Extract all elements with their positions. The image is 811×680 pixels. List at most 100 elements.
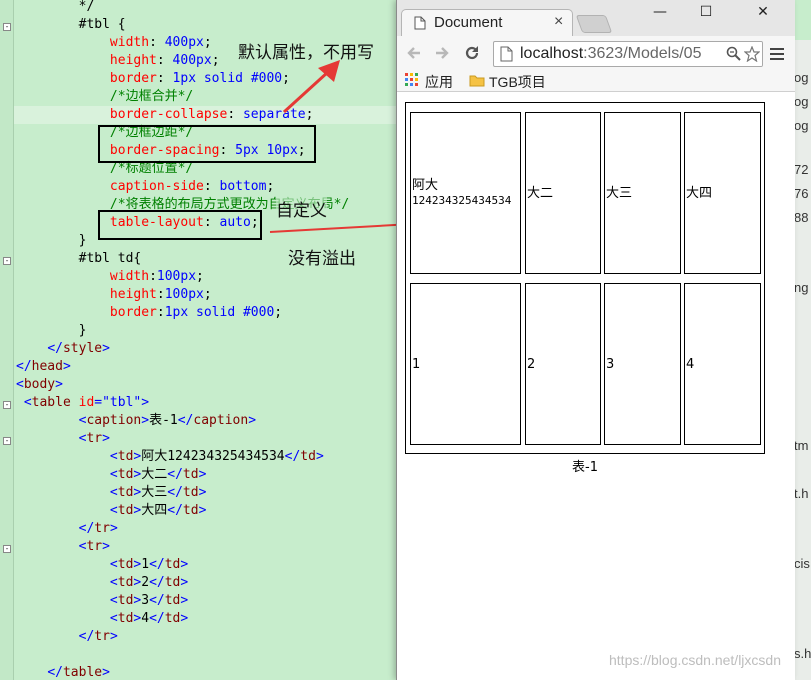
browser-window: Document × — ☐ ✕ localhost:3623/Models/0…: [396, 0, 795, 680]
bookmark-apps[interactable]: 应用: [425, 72, 453, 92]
code-line: <tr>: [16, 538, 110, 556]
table-cell: 阿大 124234325434534: [410, 112, 521, 274]
close-window-button[interactable]: ✕: [740, 0, 786, 26]
code-token: >: [180, 611, 189, 626]
apps-grid-icon[interactable]: [405, 73, 419, 87]
code-token: </: [149, 611, 165, 626]
code-token: border: [16, 71, 157, 86]
code-token: ;: [203, 35, 212, 50]
side-fragment: 88: [794, 210, 809, 225]
fold-toggle-icon[interactable]: -: [3, 401, 11, 409]
code-token: td: [300, 449, 316, 464]
code-token: td: [182, 467, 199, 482]
code-token: 3: [141, 593, 150, 608]
code-token: 大二: [141, 467, 168, 482]
code-token: caption-side: [16, 179, 204, 194]
watermark: https://blog.csdn.net/ljxcsdn: [609, 652, 781, 668]
back-icon[interactable]: [405, 44, 423, 62]
arrow-to-default-attr: [282, 60, 340, 114]
code-line: width:100px;: [16, 268, 204, 286]
code-token: tr: [94, 629, 110, 644]
code-token: 400px: [164, 35, 204, 50]
side-fragment: og: [794, 94, 809, 109]
code-token: >: [55, 377, 63, 392]
code-token: td: [182, 485, 199, 500]
fold-toggle-icon[interactable]: -: [3, 437, 11, 445]
code-token: table: [31, 395, 79, 410]
code-token: >: [248, 413, 257, 428]
address-bar[interactable]: localhost:3623/Models/05: [493, 41, 763, 67]
browser-toolbar: localhost:3623/Models/05: [397, 36, 795, 70]
code-token: <: [109, 503, 118, 518]
tab-close-icon[interactable]: ×: [554, 13, 563, 31]
code-token: caption: [193, 413, 249, 428]
code-token: /*标题位置*/: [16, 161, 194, 176]
browser-titlebar[interactable]: Document × — ☐ ✕: [397, 0, 795, 36]
code-line: /*边框合并*/: [16, 88, 193, 106]
code-token: <: [23, 395, 32, 410]
code-line: */: [16, 0, 95, 16]
bookmark-star-icon[interactable]: [744, 46, 760, 62]
code-token: ;: [211, 53, 220, 68]
code-token: >: [180, 557, 189, 572]
code-token: </: [16, 359, 32, 374]
code-token: </: [47, 665, 63, 680]
bookmark-folder-tgb[interactable]: TGB项目: [489, 72, 546, 92]
code-token: height: [16, 53, 157, 68]
code-token: </: [149, 593, 165, 608]
code-token: ;: [305, 107, 314, 122]
table-cell: 3: [604, 283, 681, 445]
minimize-button[interactable]: —: [637, 0, 683, 26]
side-fragment: 76: [794, 186, 809, 201]
zoom-icon[interactable]: [726, 46, 742, 62]
code-token: id: [78, 395, 95, 410]
table-cell: 1: [410, 283, 521, 445]
code-token: 2: [141, 575, 150, 590]
code-token: 阿大124234325434534: [141, 449, 285, 464]
fold-toggle-icon[interactable]: -: [3, 257, 11, 265]
new-tab-button[interactable]: [575, 15, 613, 33]
reload-icon[interactable]: [463, 44, 481, 62]
code-token: "tbl": [102, 395, 142, 410]
code-token: >: [141, 413, 150, 428]
code-token: ;: [282, 71, 290, 86]
code-token: </: [149, 575, 165, 590]
side-fragment: tm: [794, 438, 809, 453]
code-token: td: [117, 467, 134, 482]
menu-icon[interactable]: [769, 46, 785, 62]
code-line: height:100px;: [16, 286, 212, 304]
code-token: /*边框合并*/: [16, 89, 194, 104]
page-info-icon[interactable]: [500, 46, 514, 62]
tab-document[interactable]: Document ×: [401, 9, 573, 36]
code-token: td: [164, 557, 181, 572]
fold-toggle-icon[interactable]: -: [3, 23, 11, 31]
fold-toggle-icon[interactable]: -: [3, 545, 11, 553]
code-line: <td>3</td>: [16, 592, 188, 610]
code-token: :: [227, 107, 243, 122]
editor-gutter: - - - - -: [0, 0, 14, 680]
side-fragment: ng: [794, 280, 809, 295]
code-token: <: [109, 593, 118, 608]
code-token: 大三: [141, 485, 168, 500]
code-token: </: [78, 629, 95, 644]
code-token: :: [156, 53, 173, 68]
table-cell: 2: [525, 283, 601, 445]
forward-icon[interactable]: [433, 44, 451, 62]
border-spacing-highlight-box: [98, 125, 316, 163]
code-token: </: [177, 413, 194, 428]
code-token: <: [109, 557, 118, 572]
maximize-button[interactable]: ☐: [683, 0, 729, 26]
code-line: </head>: [16, 358, 71, 376]
code-token: td: [117, 485, 134, 500]
code-token: tr: [94, 521, 110, 536]
code-token: 100px: [156, 269, 197, 284]
page-content: 阿大 124234325434534 大二 大三 大四 1 2 3 4 表-1 h…: [397, 92, 795, 680]
code-token: </: [78, 521, 95, 536]
bookmarks-bar: 应用 TGB项目: [397, 70, 795, 92]
code-token: </: [149, 557, 165, 572]
